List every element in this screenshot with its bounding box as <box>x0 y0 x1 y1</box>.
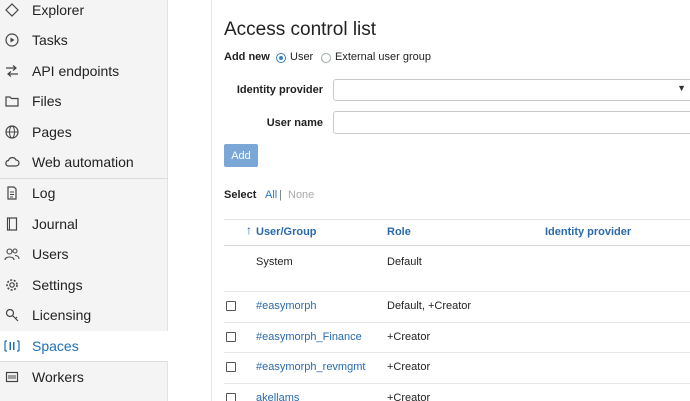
column-header-identity-provider[interactable]: Identity provider <box>545 226 631 238</box>
sidebar: Explorer Tasks API endpoints Files Pages <box>0 0 168 401</box>
row-checkbox[interactable] <box>226 393 236 401</box>
workers-icon <box>4 369 20 385</box>
radio-user-label: User <box>290 51 314 63</box>
user-name-label: User name <box>266 117 323 129</box>
cell-user-group-link[interactable]: akellams <box>256 392 299 401</box>
folder-icon <box>4 93 20 109</box>
cell-user-group-link[interactable]: #easymorph <box>256 300 317 312</box>
table-row: akellams +Creator <box>224 384 690 401</box>
sidebar-item-label: Pages <box>32 124 72 140</box>
globe-icon <box>4 124 20 140</box>
sidebar-item-label: Tasks <box>32 32 68 48</box>
sidebar-item-workers[interactable]: Workers <box>0 362 168 392</box>
column-header-user-group[interactable]: User/Group <box>256 226 317 238</box>
sidebar-item-label: Journal <box>32 216 78 232</box>
spaces-icon <box>4 338 20 354</box>
select-none-link[interactable]: None <box>288 189 314 201</box>
sidebar-item-web-automation[interactable]: Web automation <box>0 147 168 177</box>
cloud-icon <box>4 154 20 170</box>
sidebar-item-tasks[interactable]: Tasks <box>0 25 168 55</box>
page-title: Access control list <box>224 19 377 40</box>
table-row: System Default <box>224 247 690 292</box>
sidebar-item-explorer[interactable]: Explorer <box>0 0 168 25</box>
user-name-input[interactable] <box>333 111 690 134</box>
cell-role: +Creator <box>387 331 431 343</box>
radio-external-user-group[interactable] <box>321 53 331 63</box>
log-document-icon <box>4 185 20 201</box>
table-row: #easymorph Default, +Creator <box>224 292 690 323</box>
sidebar-item-spaces[interactable]: Spaces <box>0 331 168 361</box>
cell-user-group: System <box>256 256 293 268</box>
dropdown-arrow-icon: ▼ <box>677 83 686 93</box>
sidebar-item-label: Log <box>32 185 56 201</box>
sort-ascending-icon[interactable]: ↑ <box>246 223 252 237</box>
row-checkbox[interactable] <box>226 332 236 342</box>
sidebar-item-label: Files <box>32 93 62 109</box>
cell-role: +Creator <box>387 361 431 373</box>
radio-user[interactable] <box>276 53 286 63</box>
sidebar-item-label: Explorer <box>32 2 85 18</box>
select-all-link[interactable]: All <box>265 189 277 201</box>
cell-user-group-link[interactable]: #easymorph_Finance <box>256 331 362 343</box>
sidebar-item-label: Spaces <box>32 338 79 354</box>
radio-external-user-group-label: External user group <box>335 51 431 63</box>
sidebar-item-api-endpoints[interactable]: API endpoints <box>0 56 168 86</box>
identity-provider-label: Identity provider <box>236 84 323 96</box>
main-panel: Access control list Add new User Externa… <box>211 0 690 401</box>
table-header: ↑ User/Group Role Identity provider <box>224 219 690 246</box>
sidebar-item-log[interactable]: Log <box>0 178 168 208</box>
table-row: #easymorph_Finance +Creator <box>224 323 690 353</box>
sidebar-item-label: Settings <box>32 277 83 293</box>
sidebar-item-settings[interactable]: Settings <box>0 270 168 300</box>
sidebar-item-journal[interactable]: Journal <box>0 209 168 239</box>
sidebar-item-files[interactable]: Files <box>0 86 168 116</box>
sidebar-item-label: Workers <box>32 369 84 385</box>
row-checkbox[interactable] <box>226 362 236 372</box>
users-icon <box>4 246 20 262</box>
select-separator: | <box>279 189 282 201</box>
sidebar-item-label: API endpoints <box>32 63 120 79</box>
add-button[interactable]: Add <box>224 144 258 167</box>
identity-provider-select[interactable]: ▼ <box>333 79 690 101</box>
sidebar-item-licensing[interactable]: Licensing <box>0 300 168 330</box>
explorer-icon <box>4 2 20 18</box>
key-icon <box>4 307 20 323</box>
add-new-label: Add new <box>224 51 270 63</box>
cell-role: Default, +Creator <box>387 300 472 312</box>
app-root: Explorer Tasks API endpoints Files Pages <box>0 0 690 401</box>
sidebar-item-pages[interactable]: Pages <box>0 117 168 147</box>
cell-role: Default <box>387 256 422 268</box>
table-row: #easymorph_revmgmt +Creator <box>224 353 690 384</box>
cell-user-group-link[interactable]: #easymorph_revmgmt <box>256 361 365 373</box>
cell-role: +Creator <box>387 392 431 401</box>
journal-book-icon <box>4 216 20 232</box>
row-checkbox[interactable] <box>226 301 236 311</box>
sidebar-item-users[interactable]: Users <box>0 239 168 269</box>
tasks-play-icon <box>4 32 20 48</box>
column-header-role[interactable]: Role <box>387 226 411 238</box>
select-label: Select <box>224 189 257 201</box>
sidebar-item-label: Web automation <box>32 154 134 170</box>
sidebar-item-label: Users <box>32 246 69 262</box>
api-endpoints-icon <box>4 63 20 79</box>
gear-icon <box>4 277 20 293</box>
sidebar-item-label: Licensing <box>32 307 92 323</box>
select-row: Select All | None <box>224 189 314 201</box>
